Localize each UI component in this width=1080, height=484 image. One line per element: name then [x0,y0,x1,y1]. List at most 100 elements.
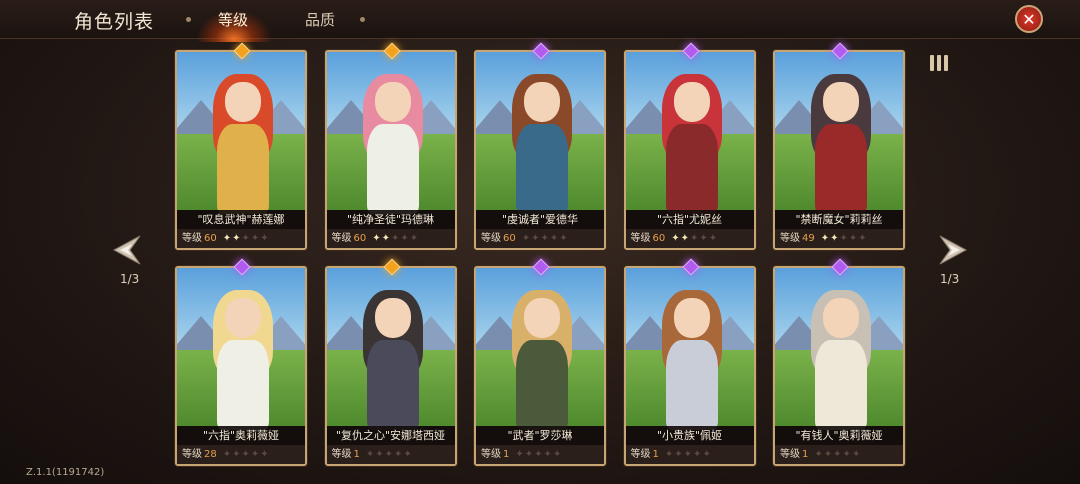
star-empty-icon: ✦ [403,449,413,460]
level-row: 等级 60 ✦✦✦✦✦ [476,229,604,248]
star-rating: ✦✦✦✦✦ [665,449,712,460]
character-card[interactable]: "武者"罗莎琳 等级 1 ✦✦✦✦✦ [474,266,606,466]
star-empty-icon: ✦ [842,449,852,460]
level-value: 28 [204,449,217,460]
level-row: 等级 1 ✦✦✦✦✦ [625,445,754,464]
star-empty-icon: ✦ [814,449,824,460]
character-portrait [326,268,455,430]
character-portrait [476,52,604,214]
level-label: 等级 [331,449,352,460]
level-label: 等级 [481,233,501,244]
character-name: "六指"尤妮丝 [625,210,754,229]
star-rating: ✦✦✦✦✦ [366,449,413,460]
star-filled-icon: ✦ [820,233,831,244]
tab-separator-dot [360,17,365,22]
close-button[interactable]: ✕ [1015,5,1043,33]
level-row: 等级 1 ✦✦✦✦✦ [326,445,455,464]
star-rating: ✦✦✦✦✦ [522,233,569,244]
star-empty-icon: ✦ [858,233,868,244]
star-rating: ✦✦✦✦✦ [821,233,868,244]
star-rating: ✦✦✦✦✦ [515,449,562,460]
top-bar [0,0,1080,39]
page-indicator-left: 1/3 [120,272,140,286]
tab-level[interactable]: 等级 [218,9,248,30]
character-card[interactable]: "禁断魔女"莉莉丝 等级 49 ✦✦✦✦✦ [773,50,905,250]
character-portrait [625,268,754,430]
star-rating: ✦✦✦✦✦ [671,233,718,244]
level-label: 等级 [182,449,202,460]
star-empty-icon: ✦ [823,449,834,460]
character-card[interactable]: "叹息武神"赫莲娜 等级 60 ✦✦✦✦✦ [175,50,307,250]
star-filled-icon: ✦ [222,233,233,244]
version-label: Z.1.1(1191742) [26,467,105,478]
star-empty-icon: ✦ [559,233,569,244]
character-name: "虔诚者"爱德华 [476,210,604,229]
level-row: 等级 28 ✦✦✦✦✦ [177,445,305,464]
level-label: 等级 [630,233,651,244]
level-label: 等级 [780,449,800,460]
star-empty-icon: ✦ [222,449,233,460]
level-label: 等级 [331,233,352,244]
character-card[interactable]: "六指"奥莉薇娅 等级 28 ✦✦✦✦✦ [175,266,307,466]
star-empty-icon: ✦ [674,449,684,460]
star-filled-icon: ✦ [232,233,242,244]
star-empty-icon: ✦ [683,449,694,460]
level-value: 60 [503,233,516,244]
character-name: "叹息武神"赫莲娜 [177,210,305,229]
level-row: 等级 60 ✦✦✦✦✦ [625,229,754,248]
star-empty-icon: ✦ [833,449,843,460]
level-label: 等级 [481,449,501,460]
star-empty-icon: ✦ [260,233,270,244]
star-empty-icon: ✦ [365,449,376,460]
character-card[interactable]: "小贵族"佩姬 等级 1 ✦✦✦✦✦ [623,266,756,466]
star-empty-icon: ✦ [531,233,541,244]
character-name: "纯净圣徒"玛德琳 [326,210,455,229]
star-filled-icon: ✦ [671,233,681,244]
filter-icon[interactable] [926,52,952,74]
character-card[interactable]: "纯净圣徒"玛德琳 等级 60 ✦✦✦✦✦ [324,50,457,250]
level-value: 60 [353,233,367,244]
level-row: 等级 49 ✦✦✦✦✦ [775,229,903,248]
character-card[interactable]: "六指"尤妮丝 等级 60 ✦✦✦✦✦ [623,50,756,250]
character-name: "小贵族"佩姬 [625,426,754,445]
next-page-arrow-icon[interactable] [934,232,970,268]
page-title: 角色列表 [74,11,155,33]
prev-page-arrow-icon[interactable] [110,232,146,268]
star-rating: ✦✦✦✦✦ [372,233,419,244]
level-value: 1 [353,449,360,460]
level-value: 60 [204,233,217,244]
star-empty-icon: ✦ [540,233,550,244]
level-value: 1 [503,449,510,460]
level-value: 49 [802,233,815,244]
star-empty-icon: ✦ [848,233,859,244]
star-empty-icon: ✦ [241,233,251,244]
character-portrait [775,52,903,214]
star-empty-icon: ✦ [552,449,563,460]
character-card[interactable]: "有钱人"奥莉薇娅 等级 1 ✦✦✦✦✦ [773,266,905,466]
star-empty-icon: ✦ [690,233,700,244]
star-empty-icon: ✦ [702,449,712,460]
star-empty-icon: ✦ [400,233,410,244]
level-label: 等级 [780,233,800,244]
tab-quality[interactable]: 品质 [305,9,335,30]
star-empty-icon: ✦ [250,449,261,460]
page-indicator-right: 1/3 [940,272,960,286]
star-empty-icon: ✦ [232,449,242,460]
star-rating: ✦✦✦✦✦ [814,449,861,460]
level-row: 等级 60 ✦✦✦✦✦ [177,229,305,248]
star-empty-icon: ✦ [409,233,420,244]
star-empty-icon: ✦ [250,233,261,244]
character-card[interactable]: "虔诚者"爱德华 等级 60 ✦✦✦✦✦ [474,50,606,250]
star-rating: ✦✦✦✦✦ [223,449,270,460]
character-name: "复仇之心"安娜塔西娅 [326,426,455,445]
close-icon: ✕ [1022,9,1036,29]
character-card[interactable]: "复仇之心"安娜塔西娅 等级 1 ✦✦✦✦✦ [324,266,457,466]
star-filled-icon: ✦ [381,233,392,244]
character-portrait [775,268,903,430]
level-label: 等级 [630,449,651,460]
character-portrait [625,52,754,214]
star-empty-icon: ✦ [241,449,251,460]
character-portrait [177,268,305,430]
star-empty-icon: ✦ [521,233,532,244]
star-empty-icon: ✦ [839,233,849,244]
